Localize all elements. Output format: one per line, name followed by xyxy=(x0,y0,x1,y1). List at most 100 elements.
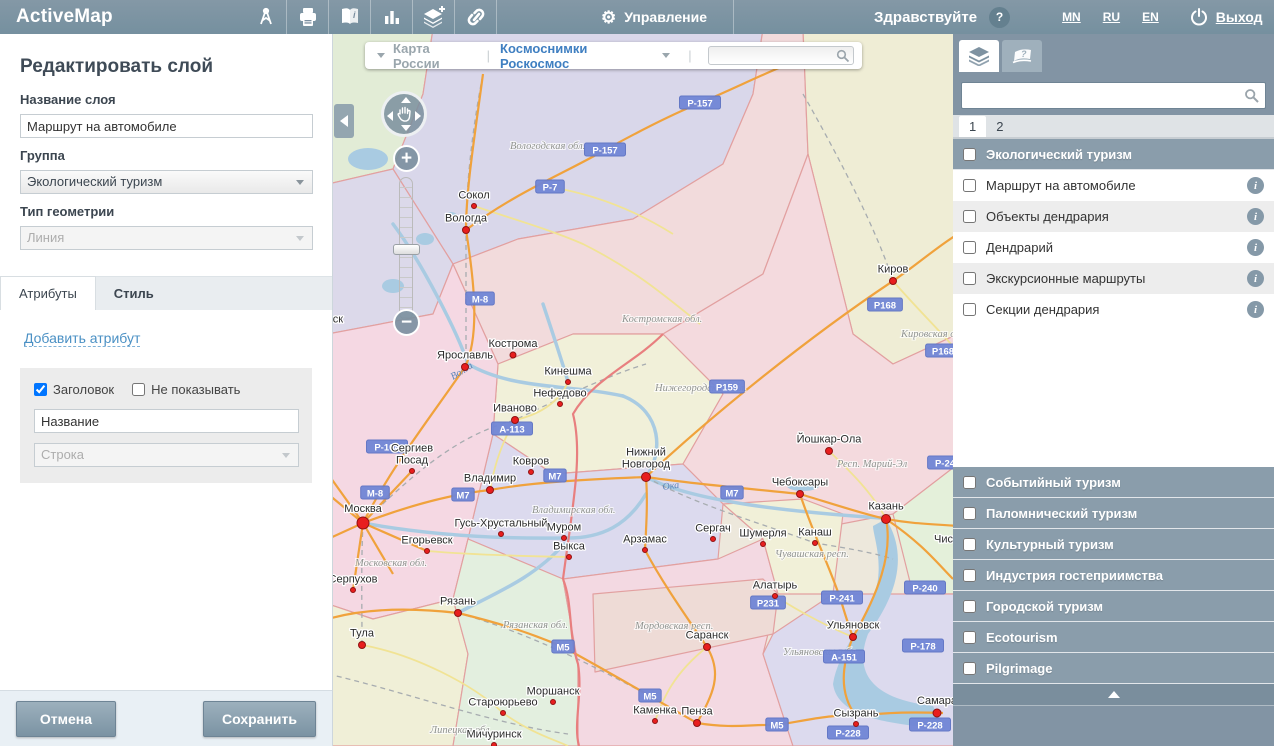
logout-button[interactable]: Выход xyxy=(1189,7,1263,27)
road-badge: М7 xyxy=(544,469,566,483)
panel-title: Редактировать слой xyxy=(0,34,332,82)
tab-legend[interactable]: ? xyxy=(1002,40,1042,72)
group-label: Группа xyxy=(20,148,312,163)
scroll-up-button[interactable] xyxy=(953,684,1274,706)
svg-text:М5: М5 xyxy=(770,721,784,732)
lang-mn[interactable]: MN xyxy=(1062,10,1081,24)
link-icon[interactable] xyxy=(455,0,497,34)
group-checkbox[interactable] xyxy=(963,507,976,520)
layer-checkbox[interactable] xyxy=(963,303,976,316)
manage-menu[interactable]: ⚙ Управление xyxy=(573,0,734,34)
road-badge: М5 xyxy=(639,689,661,703)
layer-group-header[interactable]: Экологический туризм xyxy=(953,139,1274,170)
svg-text:Р-240: Р-240 xyxy=(912,584,937,595)
group-checkbox[interactable] xyxy=(963,569,976,582)
layer-row[interactable]: Экскурсионные маршрутыi xyxy=(953,263,1274,294)
collapse-left-panel-button[interactable] xyxy=(334,104,354,138)
stats-icon[interactable] xyxy=(371,0,413,34)
road-badge: Р168 xyxy=(926,344,953,358)
layers-search-input[interactable] xyxy=(962,83,1240,108)
layer-row[interactable]: Дендрарийi xyxy=(953,232,1274,263)
map-search-input[interactable] xyxy=(709,49,837,66)
layer-group-header[interactable]: Ecotourism xyxy=(953,622,1274,653)
layer-row[interactable]: Объекты дендрарияi xyxy=(953,201,1274,232)
layer-name-input[interactable] xyxy=(20,114,313,138)
group-checkbox[interactable] xyxy=(963,662,976,675)
layer-info-icon[interactable]: i xyxy=(1247,177,1264,194)
layers-page-1[interactable]: 1 xyxy=(959,116,986,137)
group-checkbox[interactable] xyxy=(963,148,976,161)
overlay-dropdown-icon[interactable] xyxy=(662,53,670,58)
help-icon[interactable]: ? xyxy=(989,7,1010,28)
tab-layers[interactable] xyxy=(959,40,999,72)
layer-checkbox[interactable] xyxy=(963,179,976,192)
tab-style[interactable]: Стиль xyxy=(96,277,172,310)
layer-row[interactable]: Секции дендрарияi xyxy=(953,294,1274,325)
layer-row[interactable]: Маршрут на автомобилеi xyxy=(953,170,1274,201)
layer-group-header[interactable]: Культурный туризм xyxy=(953,529,1274,560)
zoom-out-button[interactable]: − xyxy=(393,309,420,336)
layer-info-icon[interactable]: i xyxy=(1247,270,1264,287)
edit-layer-panel: Редактировать слой Название слоя Группа … xyxy=(0,34,333,746)
layer-info-icon[interactable]: i xyxy=(1247,301,1264,318)
zoom-slider[interactable] xyxy=(399,177,413,320)
title-checkbox-label[interactable]: Заголовок xyxy=(53,382,114,397)
pan-up-icon[interactable] xyxy=(401,97,411,103)
map-pan-control[interactable] xyxy=(381,91,427,137)
print-icon[interactable] xyxy=(287,0,329,34)
title-checkbox[interactable] xyxy=(34,383,47,396)
group-select[interactable]: Экологический туризм xyxy=(20,170,313,194)
language-switcher: MN RU EN xyxy=(1062,10,1159,24)
pan-right-icon[interactable] xyxy=(415,111,421,121)
zoom-in-button[interactable]: + xyxy=(393,145,420,172)
layer-info-icon[interactable]: i xyxy=(1247,208,1264,225)
base-layer-selector[interactable]: Карта России xyxy=(393,41,477,71)
layer-checkbox[interactable] xyxy=(963,272,976,285)
svg-text:Р-7: Р-7 xyxy=(543,183,558,194)
save-button[interactable]: Сохранить xyxy=(203,701,316,737)
group-checkbox[interactable] xyxy=(963,538,976,551)
hide-checkbox-label[interactable]: Не показывать xyxy=(151,382,240,397)
group-checkbox[interactable] xyxy=(963,631,976,644)
hide-checkbox[interactable] xyxy=(132,383,145,396)
legend-icon[interactable]: i xyxy=(329,0,371,34)
add-attribute-link[interactable]: Добавить атрибут xyxy=(24,330,140,347)
map-canvas[interactable]: Вологодская обл.Костромская обл.Кировска… xyxy=(333,34,953,746)
add-layer-icon[interactable] xyxy=(413,0,455,34)
group-checkbox[interactable] xyxy=(963,600,976,613)
layer-checkbox[interactable] xyxy=(963,241,976,254)
group-checkbox[interactable] xyxy=(963,476,976,489)
layer-group-header[interactable]: Событийный туризм xyxy=(953,467,1274,498)
pan-left-icon[interactable] xyxy=(387,111,393,121)
layer-group-header[interactable]: Индустрия гостеприимства xyxy=(953,560,1274,591)
layer-checkbox[interactable] xyxy=(963,210,976,223)
svg-text:М7: М7 xyxy=(725,489,738,500)
pan-down-icon[interactable] xyxy=(401,125,411,131)
group-name: Pilgrimage xyxy=(986,661,1052,676)
attribute-type-value: Строка xyxy=(41,447,84,462)
layer-group-header[interactable]: Паломнический туризм xyxy=(953,498,1274,529)
svg-text:НижнийНовгород: НижнийНовгород xyxy=(622,447,671,471)
layers-page-2[interactable]: 2 xyxy=(986,116,1013,137)
base-layer-dropdown-icon[interactable] xyxy=(377,53,385,58)
search-icon[interactable] xyxy=(836,49,850,63)
attribute-name-input[interactable] xyxy=(34,409,299,433)
lang-ru[interactable]: RU xyxy=(1103,10,1120,24)
tab-attributes[interactable]: Атрибуты xyxy=(0,276,96,310)
layer-info-icon[interactable]: i xyxy=(1247,239,1264,256)
svg-text:А-151: А-151 xyxy=(831,653,858,664)
zoom-slider-handle[interactable] xyxy=(393,244,420,255)
group-layers-list: Маршрут на автомобилеiОбъекты дендрарияi… xyxy=(953,170,1274,467)
cancel-button[interactable]: Отмена xyxy=(16,701,116,737)
lang-en[interactable]: EN xyxy=(1142,10,1159,24)
layer-group-header[interactable]: Pilgrimage xyxy=(953,653,1274,684)
svg-text:М-8: М-8 xyxy=(367,489,383,500)
search-icon[interactable] xyxy=(1244,88,1260,104)
layer-group-header[interactable]: Городской туризм xyxy=(953,591,1274,622)
overlay-layer-selector[interactable]: Космоснимки Роскосмос xyxy=(500,41,654,71)
group-name: Индустрия гостеприимства xyxy=(986,568,1163,583)
road-badge: М-8 xyxy=(466,292,495,306)
svg-text:Рыбинск: Рыбинск xyxy=(333,314,343,326)
power-icon xyxy=(1189,7,1209,27)
measure-icon[interactable] xyxy=(245,0,287,34)
